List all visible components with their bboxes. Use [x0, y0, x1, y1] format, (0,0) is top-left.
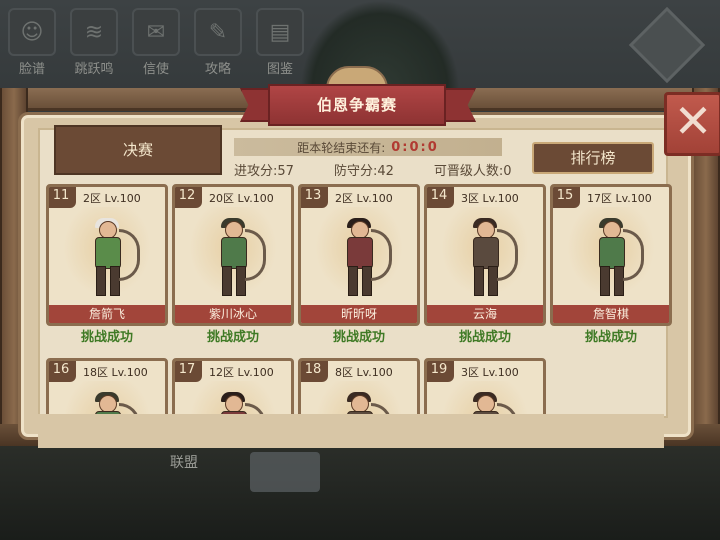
character-body [347, 237, 373, 269]
timer-value: 0:0:0 [391, 139, 439, 155]
close-button[interactable]: ✕ [664, 92, 720, 156]
top-menu-label: 跳跃鸣 [74, 62, 114, 77]
top-menu-item-book[interactable]: ✎ 攻略 [194, 8, 242, 77]
character-portrait [213, 218, 266, 297]
top-menu-label: 信使 [142, 62, 169, 77]
card-server-level: 2区 Lv.100 [335, 192, 393, 205]
letter-icon: ✉ [132, 8, 180, 56]
opponent-card[interactable]: 12 20区 Lv.100 紫川冰心 [172, 184, 294, 326]
panel-bottom-edge [38, 414, 664, 448]
card-server-level: 17区 Lv.100 [587, 192, 652, 205]
top-menu-item-album[interactable]: ▤ 图鉴 [256, 8, 304, 77]
challenge-status: 挑战成功 [332, 330, 385, 345]
challenge-status: 挑战成功 [206, 330, 259, 345]
character-body [95, 237, 121, 269]
round-timer: 距本轮结束还有: 0:0:0 [234, 138, 502, 156]
card-server-level: 18区 Lv.100 [83, 366, 148, 379]
top-menu-item-mask[interactable]: ☺ 脸谱 [8, 8, 56, 77]
card-player-name: 詹智棋 [553, 305, 669, 323]
top-menu: ☺ 脸谱 ≋ 跳跃鸣 ✉ 信使 ✎ 攻略 ▤ 图鉴 [8, 8, 304, 77]
opponent-card[interactable]: 13 2区 Lv.100 昕昕呀 [298, 184, 420, 326]
opponent-card[interactable]: 14 3区 Lv.100 云海 [424, 184, 546, 326]
card-rank-number: 17 [175, 361, 202, 382]
album-icon: ▤ [256, 8, 304, 56]
character-body [599, 237, 625, 269]
character-portrait [87, 218, 140, 297]
card-rank-number: 18 [301, 361, 328, 382]
card-player-name: 昕昕呀 [301, 305, 417, 323]
card-rank-number: 13 [301, 187, 328, 208]
character-body [221, 237, 247, 269]
promotable-count: 可晋级人数:0 [433, 164, 512, 179]
card-server-level: 2区 Lv.100 [83, 192, 141, 205]
card-server-level: 3区 Lv.100 [461, 192, 519, 205]
opponent-card[interactable]: 15 17区 Lv.100 詹智棋 [550, 184, 672, 326]
card-server-level: 20区 Lv.100 [209, 192, 274, 205]
background-house [250, 452, 320, 492]
challenge-status: 挑战成功 [80, 330, 133, 345]
character-portrait [339, 218, 392, 297]
attack-score: 进攻分:57 [234, 164, 294, 179]
defense-score: 防守分:42 [333, 164, 394, 179]
card-rank-number: 16 [49, 361, 76, 382]
card-rank-number: 12 [175, 187, 202, 208]
tab-final[interactable]: 决赛 [54, 125, 222, 175]
card-server-level: 3区 Lv.100 [461, 366, 519, 379]
card-rank-number: 14 [427, 187, 454, 208]
character-portrait [591, 218, 644, 297]
score-stats: 进攻分:57 防守分:42 可晋级人数:0 [234, 160, 512, 179]
challenge-status: 挑战成功 [584, 330, 637, 345]
top-menu-label: 图鉴 [266, 62, 293, 77]
card-server-level: 12区 Lv.100 [209, 366, 274, 379]
card-rank-number: 11 [49, 187, 76, 208]
card-rank-number: 19 [427, 361, 454, 382]
top-menu-label: 脸谱 [18, 62, 45, 77]
alliance-label[interactable]: 联盟 [170, 452, 198, 472]
page-title: 伯恩争霸赛 [268, 84, 446, 126]
character-leg [600, 266, 610, 296]
scroll-icon: ≋ [70, 8, 118, 56]
card-rank-number: 15 [553, 187, 580, 208]
top-menu-label: 攻略 [204, 62, 231, 77]
character-leg [96, 266, 106, 296]
card-player-name: 紫川冰心 [175, 305, 291, 323]
challenge-status: 挑战成功 [458, 330, 511, 345]
card-server-level: 8区 Lv.100 [335, 366, 393, 379]
character-leg [222, 266, 232, 296]
timer-label: 距本轮结束还有: [297, 140, 386, 155]
top-menu-item-letter[interactable]: ✉ 信使 [132, 8, 180, 77]
mask-icon: ☺ [8, 8, 56, 56]
top-menu-item-scroll[interactable]: ≋ 跳跃鸣 [70, 8, 118, 77]
character-body [473, 237, 499, 269]
card-player-name: 詹箭飞 [49, 305, 165, 323]
opponent-card[interactable]: 11 2区 Lv.100 詹箭飞 [46, 184, 168, 326]
card-player-name: 云海 [427, 305, 543, 323]
corner-gem-icon[interactable] [628, 6, 706, 84]
book-icon: ✎ [194, 8, 242, 56]
character-leg [348, 266, 358, 296]
background-ground [0, 440, 720, 540]
ranking-button[interactable]: 排行榜 [532, 142, 654, 174]
character-portrait [465, 218, 518, 297]
character-leg [474, 266, 484, 296]
